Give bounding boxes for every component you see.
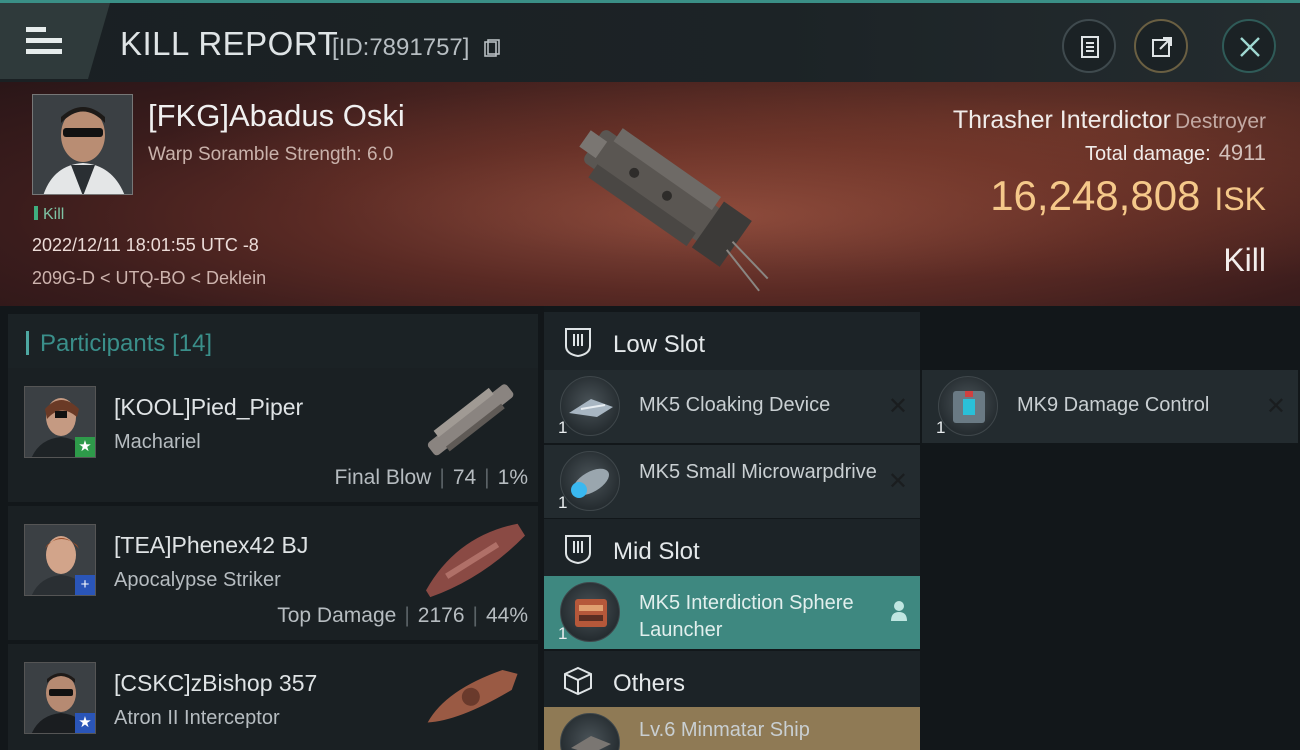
avatar: ★ [24, 662, 96, 734]
module-item[interactable]: 1 MK9 Damage Control ✕ [922, 370, 1298, 443]
participant-ship: Machariel [114, 431, 201, 453]
share-button[interactable] [1134, 19, 1188, 73]
corp-badge-icon: + [75, 575, 95, 595]
isk-value: 16,248,808 ISK [990, 172, 1266, 220]
module-quantity: 1 [558, 418, 568, 437]
mid-slot-header: Mid Slot [544, 519, 920, 579]
warp-scramble-strength: Warp Soramble Strength: 6.0 [148, 144, 394, 165]
close-icon [1240, 37, 1260, 57]
participant-card[interactable]: ★ [CSKC]zBishop 357 Atron II Interceptor [8, 644, 538, 750]
close-button[interactable] [1222, 19, 1276, 73]
ship-class-text: Destroyer [1174, 110, 1266, 133]
participant-stats: Top Damage | 2176 | 44% [277, 604, 528, 627]
module-name: MK5 Cloaking Device [639, 394, 831, 416]
participants-header: Participants [14] [8, 314, 538, 370]
isk-unit: ISK [1214, 181, 1266, 217]
avatar: + [24, 524, 96, 596]
module-item[interactable]: Lv.6 Minmatar Ship [544, 707, 920, 750]
total-damage-value: 4911 [1218, 140, 1266, 165]
destroyed-icon: ✕ [887, 468, 908, 495]
low-slot-header: Low Slot [544, 312, 920, 372]
avatar [33, 95, 132, 194]
victim-ship-name[interactable]: Thrasher Interdictor Destroyer [953, 106, 1266, 135]
share-icon [1152, 37, 1172, 57]
low-slot-label: Low Slot [613, 331, 706, 358]
participant-ship-image [426, 523, 526, 598]
participant-ship: Atron II Interceptor [114, 707, 280, 729]
module-name: Lv.6 Minmatar Ship [639, 719, 810, 741]
kill-tag: Kill [34, 206, 64, 224]
microwarpdrive-icon [560, 451, 620, 511]
participant-ship-image [427, 669, 518, 723]
report-id: [ID:7891757] [332, 34, 470, 61]
participant-card[interactable]: + [TEA]Phenex42 BJ Apocalypse Striker To… [8, 506, 538, 640]
copy-icon[interactable] [484, 39, 500, 57]
damage-control-icon [938, 376, 998, 436]
corp-badge-icon: ★ [75, 437, 95, 457]
clipboard-icon [1081, 36, 1099, 58]
avatar: ★ [24, 386, 96, 458]
participant-percent: 1% [497, 466, 528, 489]
dropped-person-icon [891, 601, 907, 621]
participant-ship-image [427, 384, 514, 456]
participant-role: Top Damage [277, 604, 397, 627]
participant-damage: 74 [452, 466, 477, 489]
module-quantity: 1 [558, 624, 568, 643]
participant-damage: 2176 [417, 604, 465, 627]
participants-count: [14] [172, 330, 213, 357]
participant-role: Final Blow [334, 466, 432, 489]
mid-slot-icon [565, 535, 591, 565]
total-damage: Total damage: 4911 [1085, 140, 1266, 166]
ship-blueprint-icon [560, 713, 620, 750]
module-quantity: 1 [558, 493, 568, 512]
menu-button[interactable] [0, 3, 110, 79]
module-item[interactable]: 1 MK5 Cloaking Device ✕ [544, 370, 920, 443]
ship-name-text: Thrasher Interdictor [952, 106, 1171, 134]
mid-slot-label: Mid Slot [613, 538, 700, 565]
module-name: MK5 Small Microwarpdrive [639, 461, 877, 483]
others-label: Others [613, 670, 686, 697]
kill-datetime: 2022/12/11 18:01:55 UTC -8 [32, 235, 259, 255]
victim-portrait[interactable] [32, 94, 133, 195]
victim-ship-image[interactable] [545, 92, 775, 302]
destroyed-icon: ✕ [1265, 393, 1286, 420]
participant-card[interactable]: ★ [KOOL]Pied_Piper Machariel Final Blow |… [8, 368, 538, 502]
module-name: MK5 Interdiction Sphere Launcher [639, 592, 854, 641]
participants-panel: Participants [14] ★ [KOOL]Pied_Piper Mac… [0, 306, 540, 750]
victim-banner: [FKG]Abadus Oski Warp Soramble Strength:… [0, 82, 1300, 306]
participants-title: Participants [14] [40, 330, 212, 358]
isk-amount: 16,248,808 [990, 172, 1201, 219]
module-quantity: 1 [936, 418, 946, 437]
cube-icon [564, 666, 592, 696]
participant-name: [TEA]Phenex42 BJ [114, 532, 309, 558]
participant-percent: 44% [485, 604, 528, 627]
menu-icon [26, 27, 62, 60]
header-bar: KILL REPORT [ID:7891757] [0, 0, 1300, 82]
cloaking-device-icon [560, 376, 620, 436]
total-damage-label: Total damage: [1085, 143, 1211, 165]
interdiction-launcher-icon [560, 582, 620, 642]
corp-badge-icon: ★ [75, 713, 95, 733]
participant-stats: Final Blow | 74 | 1% [334, 466, 528, 489]
module-name: MK9 Damage Control [1017, 394, 1210, 416]
participant-ship: Apocalypse Striker [114, 569, 281, 591]
header-accent-bar [26, 331, 29, 355]
module-item[interactable]: 1 MK5 Small Microwarpdrive ✕ [544, 445, 920, 518]
victim-name[interactable]: [FKG]Abadus Oski [148, 98, 405, 134]
module-item[interactable]: 1 MK5 Interdiction Sphere Launcher [544, 576, 920, 649]
page-title: KILL REPORT [120, 25, 339, 62]
clipboard-button[interactable] [1062, 19, 1116, 73]
kill-location[interactable]: 209G-D < UTQ-BO < Deklein [32, 268, 266, 289]
destroyed-icon: ✕ [887, 393, 908, 420]
participant-name: [CSKC]zBishop 357 [114, 670, 318, 696]
low-slot-icon [565, 328, 591, 358]
fitting-panel: Low Slot 1 MK5 Cloaking Device ✕ 1 MK9 D… [544, 306, 1300, 750]
kill-result-label: Kill [1223, 242, 1266, 278]
others-header: Others [544, 651, 920, 711]
participant-name: [KOOL]Pied_Piper [114, 394, 304, 420]
participants-label: Participants [40, 330, 166, 357]
